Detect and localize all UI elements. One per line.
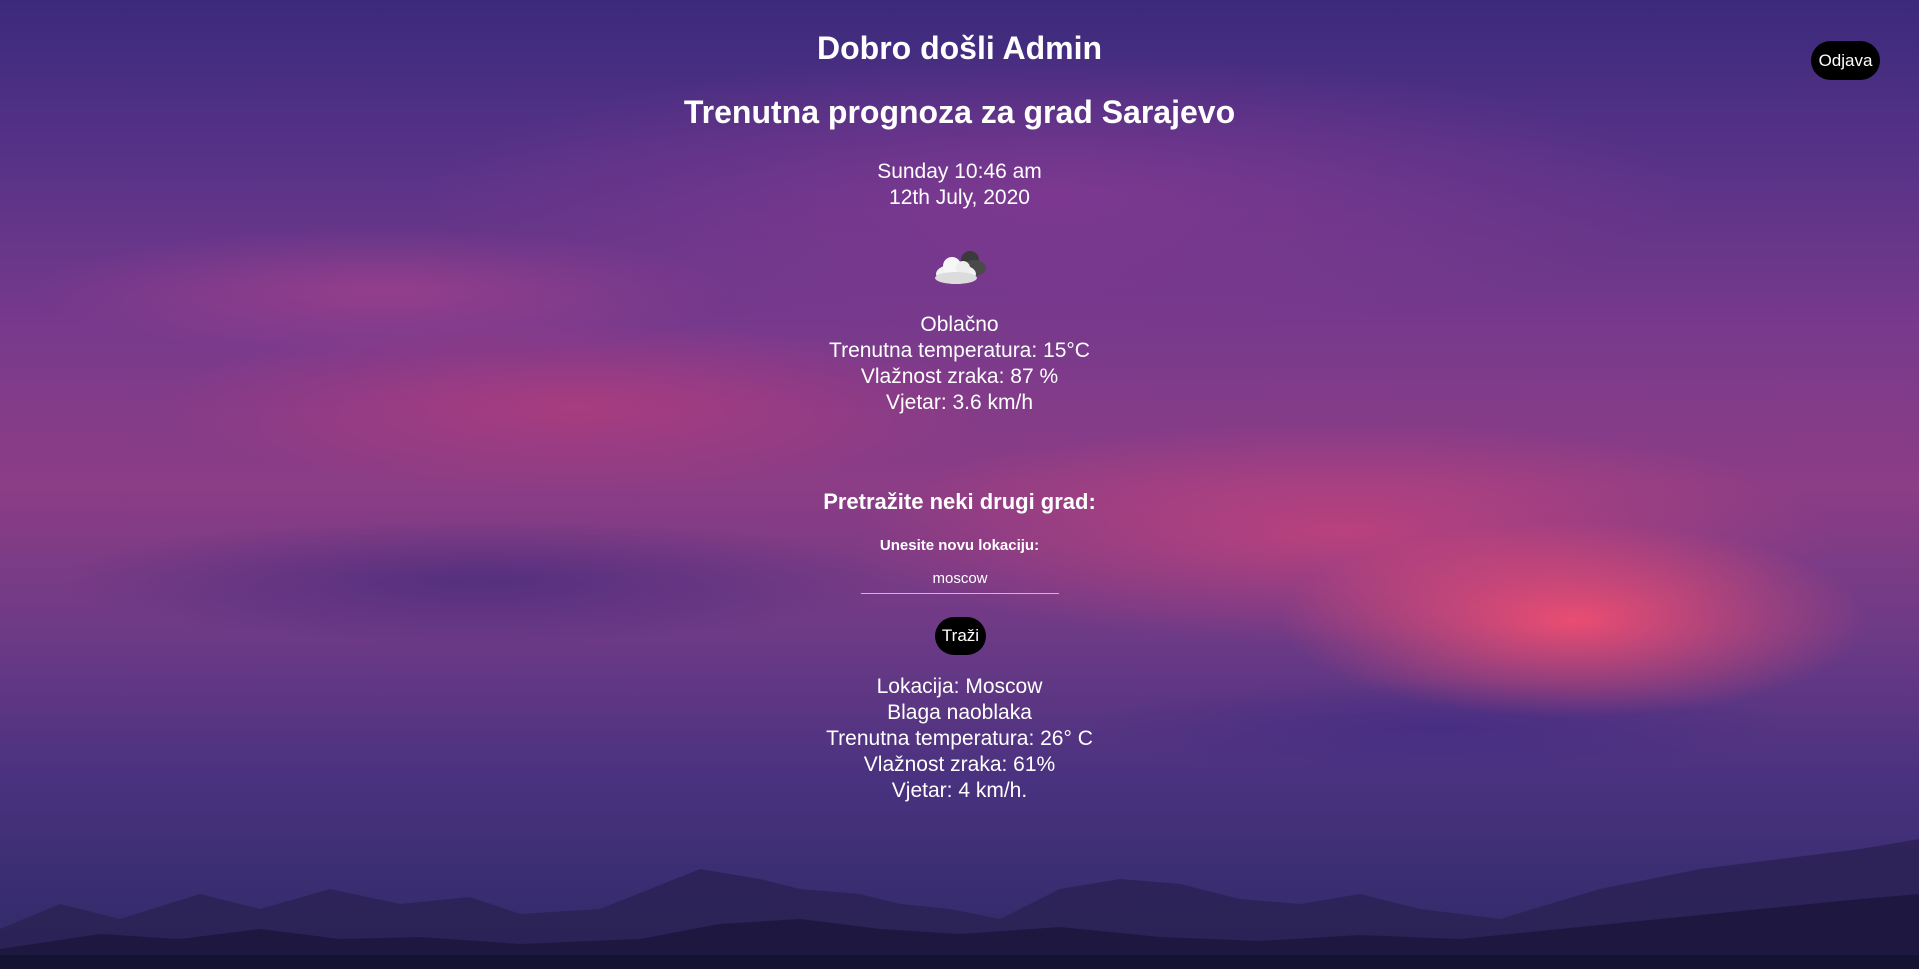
cloud-sun-icon [935, 251, 986, 284]
current-temperature: Trenutna temperatura: 15°C [829, 339, 1090, 362]
logout-button[interactable]: Odjava [1811, 41, 1880, 80]
day-time: Sunday 10:46 am [877, 160, 1042, 183]
current-weather-info: Oblačno Trenutna temperatura: 15°C Vlažn… [0, 312, 1919, 416]
current-datetime: Sunday 10:46 am 12th July, 2020 [0, 159, 1919, 211]
mountain-silhouette [0, 839, 1919, 969]
result-wind: Vjetar: 4 km/h. [891, 779, 1028, 802]
result-condition: Blaga naoblaka [887, 701, 1032, 724]
search-heading: Pretražite neki drugi grad: [823, 489, 1096, 514]
result-location: Lokacija: Moscow [876, 675, 1043, 698]
current-humidity: Vlažnost zraka: 87 % [860, 365, 1059, 388]
search-button[interactable]: Traži [935, 617, 986, 655]
result-temperature: Trenutna temperatura: 26° C [826, 727, 1093, 750]
date: 12th July, 2020 [889, 186, 1030, 209]
current-forecast-title: Trenutna prognoza za grad Sarajevo [683, 94, 1236, 130]
search-label: Unesite novu lokaciju: [879, 537, 1040, 554]
welcome-heading: Dobro došli Admin [816, 30, 1102, 66]
location-input[interactable] [861, 563, 1059, 594]
result-humidity: Vlažnost zraka: 61% [863, 753, 1056, 776]
current-wind: Vjetar: 3.6 km/h [885, 391, 1034, 414]
search-result-info: Lokacija: Moscow Blaga naoblaka Trenutna… [0, 674, 1919, 804]
current-condition: Oblačno [920, 313, 999, 336]
